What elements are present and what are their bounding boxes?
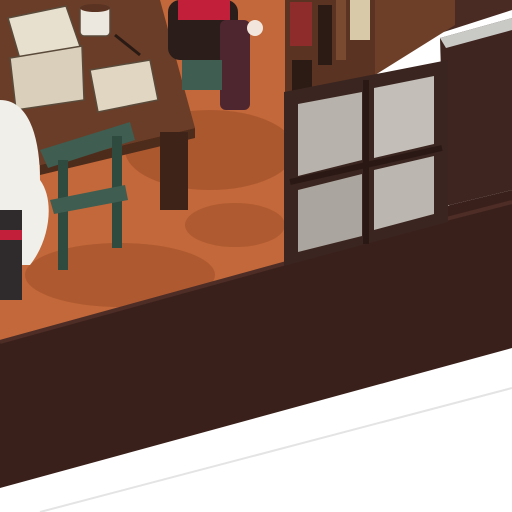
floor-shadow (185, 203, 285, 247)
isometric-room (0, 0, 512, 512)
game-scene (0, 0, 512, 512)
coffee-mug (79, 4, 111, 37)
